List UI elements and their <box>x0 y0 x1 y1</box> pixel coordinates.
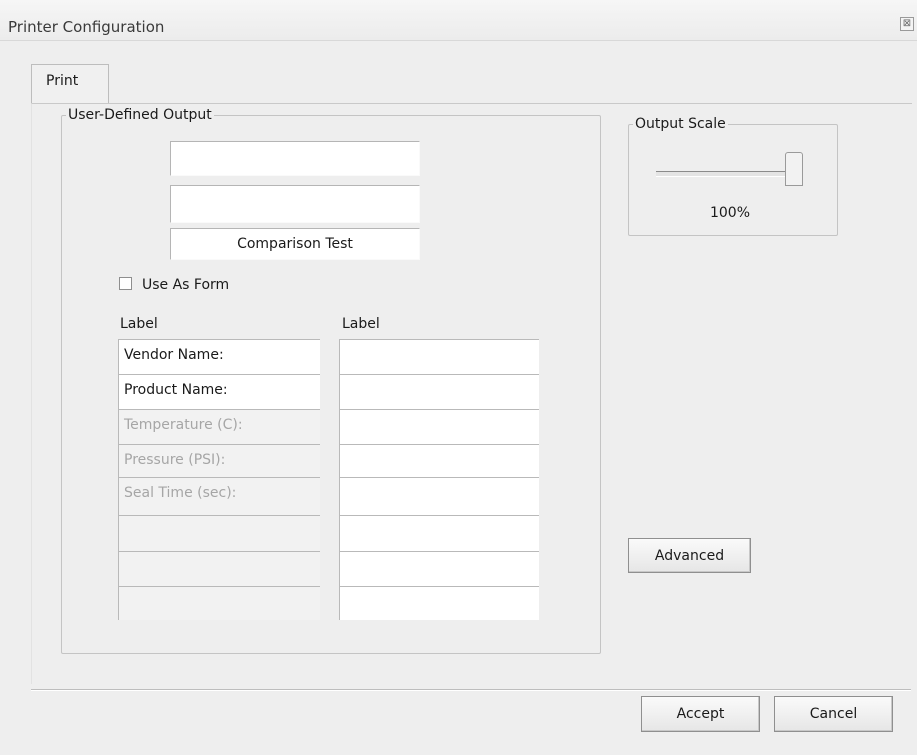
output-scale-value: 100% <box>709 205 751 221</box>
output-line-3-input[interactable]: Comparison Test <box>170 228 420 260</box>
label-field[interactable]: Product Name: <box>118 374 320 409</box>
use-as-form-checkbox[interactable] <box>119 277 132 290</box>
value-field[interactable] <box>339 409 539 444</box>
value-field[interactable] <box>339 515 539 551</box>
window-title: Printer Configuration <box>8 18 165 36</box>
footer-divider <box>31 689 911 691</box>
output-scale-slider-thumb[interactable] <box>785 152 803 186</box>
value-field[interactable] <box>339 586 539 620</box>
cancel-button[interactable]: Cancel <box>774 696 893 732</box>
output-line-1-input[interactable] <box>170 141 420 176</box>
right-column-header: Label <box>342 316 380 332</box>
use-as-form-label: Use As Form <box>142 277 230 293</box>
accept-button[interactable]: Accept <box>641 696 760 732</box>
label-field[interactable] <box>118 586 320 620</box>
advanced-button[interactable]: Advanced <box>628 538 751 573</box>
output-scale-legend: Output Scale <box>635 116 726 132</box>
left-column-header: Label <box>120 316 158 332</box>
tab-print-label: Print <box>46 73 79 89</box>
label-field[interactable]: Seal Time (sec): <box>118 477 320 515</box>
output-line-2-input[interactable] <box>170 185 420 223</box>
value-field[interactable] <box>339 374 539 409</box>
title-bar: Printer Configuration ⊠ <box>0 0 917 41</box>
user-defined-output-legend: User-Defined Output <box>68 107 212 123</box>
value-field[interactable] <box>339 477 539 515</box>
label-field[interactable]: Vendor Name: <box>118 339 320 374</box>
tab-print[interactable]: Print <box>31 64 109 104</box>
label-field[interactable]: Pressure (PSI): <box>118 444 320 477</box>
value-field[interactable] <box>339 339 539 374</box>
value-field[interactable] <box>339 444 539 477</box>
value-field[interactable] <box>339 551 539 586</box>
close-icon[interactable]: ⊠ <box>900 17 914 31</box>
label-field[interactable] <box>118 551 320 586</box>
label-field[interactable] <box>118 515 320 551</box>
label-field[interactable]: Temperature (C): <box>118 409 320 444</box>
output-scale-slider-track[interactable] <box>656 171 803 177</box>
